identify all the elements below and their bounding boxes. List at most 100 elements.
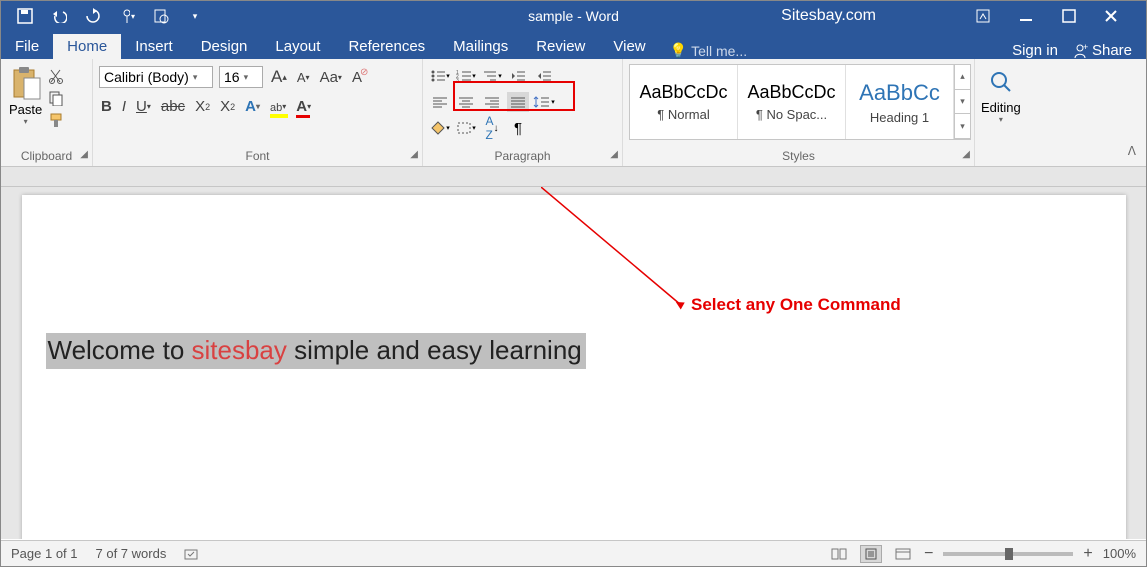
style-normal[interactable]: AaBbCcDc ¶ Normal bbox=[630, 65, 738, 139]
site-watermark: Sitesbay.com bbox=[781, 7, 876, 25]
ruler-area bbox=[1, 167, 1146, 187]
tab-mailings[interactable]: Mailings bbox=[439, 34, 522, 59]
ribbon: Paste ▾ Clipboard ◢ Calibri (Body)▾ 16▾ … bbox=[1, 59, 1146, 167]
styles-expand-icon[interactable]: ▾ bbox=[955, 114, 970, 139]
close-icon[interactable] bbox=[1104, 9, 1118, 23]
highlight-icon[interactable]: ab▾ bbox=[268, 98, 288, 115]
change-case-icon[interactable]: Aa▾ bbox=[318, 69, 344, 86]
paste-button[interactable]: Paste ▾ bbox=[7, 62, 44, 147]
grow-font-icon[interactable]: A▴ bbox=[269, 67, 289, 87]
superscript-button[interactable]: X2 bbox=[218, 98, 237, 115]
tab-insert[interactable]: Insert bbox=[121, 34, 187, 59]
annotation-label: Select any One Command bbox=[691, 295, 901, 315]
align-center-icon[interactable] bbox=[455, 92, 477, 112]
clipboard-group-label: Clipboard bbox=[7, 147, 86, 166]
svg-text:+: + bbox=[1083, 43, 1088, 52]
collapse-ribbon-icon[interactable]: ᐱ bbox=[1128, 144, 1136, 158]
zoom-out-icon[interactable]: − bbox=[924, 545, 933, 563]
zoom-level[interactable]: 100% bbox=[1103, 546, 1136, 561]
multilevel-list-icon[interactable]: ▾ bbox=[481, 66, 503, 86]
group-editing: Editing ▾ bbox=[975, 59, 1041, 166]
format-painter-icon[interactable] bbox=[48, 112, 66, 128]
underline-button[interactable]: U▾ bbox=[134, 98, 153, 115]
editing-label: Editing bbox=[981, 100, 1021, 115]
qat-customize-icon[interactable]: ▾ bbox=[187, 8, 203, 24]
text-segment-red: sitesbay bbox=[192, 335, 287, 365]
paragraph-dialog-launcher-icon[interactable]: ◢ bbox=[610, 149, 618, 160]
style-heading-1[interactable]: AaBbCc Heading 1 bbox=[846, 65, 954, 139]
word-count[interactable]: 7 of 7 words bbox=[96, 546, 167, 561]
proofing-icon[interactable] bbox=[184, 547, 200, 561]
tab-review[interactable]: Review bbox=[522, 34, 599, 59]
subscript-button[interactable]: X2 bbox=[193, 98, 212, 115]
align-left-icon[interactable] bbox=[429, 92, 451, 112]
styles-gallery: AaBbCcDc ¶ Normal AaBbCcDc ¶ No Spac... … bbox=[629, 64, 971, 140]
minimize-icon[interactable] bbox=[1018, 8, 1034, 24]
styles-dialog-launcher-icon[interactable]: ◢ bbox=[962, 149, 970, 160]
line-spacing-icon[interactable]: ▾ bbox=[533, 92, 555, 112]
show-hide-icon[interactable]: ¶ bbox=[507, 118, 529, 138]
quick-access-toolbar: ▾ ▾ bbox=[1, 8, 203, 24]
window-title: sample - Word bbox=[528, 8, 619, 24]
justify-icon[interactable] bbox=[507, 92, 529, 112]
numbering-icon[interactable]: 123▾ bbox=[455, 66, 477, 86]
bullets-icon[interactable]: ▾ bbox=[429, 66, 451, 86]
read-mode-icon[interactable] bbox=[828, 545, 850, 563]
styles-scroll-up-icon[interactable]: ▴ bbox=[955, 65, 970, 90]
tab-references[interactable]: References bbox=[334, 34, 439, 59]
style-no-spacing[interactable]: AaBbCcDc ¶ No Spac... bbox=[738, 65, 846, 139]
tab-design[interactable]: Design bbox=[187, 34, 262, 59]
print-layout-icon[interactable] bbox=[860, 545, 882, 563]
strikethrough-button[interactable]: abc bbox=[159, 98, 187, 115]
cut-icon[interactable] bbox=[48, 68, 66, 84]
tab-file[interactable]: File bbox=[1, 34, 53, 59]
shrink-font-icon[interactable]: A▾ bbox=[295, 70, 312, 85]
group-styles: AaBbCcDc ¶ Normal AaBbCcDc ¶ No Spac... … bbox=[623, 59, 975, 166]
selected-text[interactable]: Welcome to sitesbay simple and easy lear… bbox=[46, 333, 586, 369]
tell-me-search[interactable]: 💡 Tell me... bbox=[670, 42, 747, 59]
font-name-combo[interactable]: Calibri (Body)▾ bbox=[99, 66, 213, 88]
zoom-thumb[interactable] bbox=[1005, 548, 1013, 560]
paste-icon bbox=[11, 66, 41, 100]
font-size-combo[interactable]: 16▾ bbox=[219, 66, 263, 88]
undo-icon[interactable] bbox=[51, 8, 67, 24]
redo-icon[interactable] bbox=[85, 8, 101, 24]
touch-mode-icon[interactable]: ▾ bbox=[119, 8, 135, 24]
font-group-label: Font bbox=[99, 147, 416, 166]
share-button[interactable]: + Share bbox=[1072, 42, 1132, 59]
align-right-icon[interactable] bbox=[481, 92, 503, 112]
increase-indent-icon[interactable] bbox=[533, 66, 555, 86]
style-preview: AaBbCcDc bbox=[747, 82, 835, 103]
web-layout-icon[interactable] bbox=[892, 545, 914, 563]
bold-button[interactable]: B bbox=[99, 98, 114, 115]
copy-icon[interactable] bbox=[48, 90, 66, 106]
maximize-icon[interactable] bbox=[1062, 9, 1076, 23]
document-area: Welcome to sitesbay simple and easy lear… bbox=[1, 187, 1146, 539]
font-dialog-launcher-icon[interactable]: ◢ bbox=[410, 149, 418, 160]
style-name-label: Heading 1 bbox=[870, 110, 929, 125]
svg-text:3: 3 bbox=[456, 78, 459, 83]
tab-view[interactable]: View bbox=[599, 34, 659, 59]
text-effects-icon[interactable]: A▾ bbox=[243, 98, 262, 115]
font-size-value: 16 bbox=[224, 69, 240, 85]
styles-scroll-down-icon[interactable]: ▾ bbox=[955, 90, 970, 115]
tab-layout[interactable]: Layout bbox=[261, 34, 334, 59]
print-preview-icon[interactable] bbox=[153, 8, 169, 24]
shading-icon[interactable]: ▾ bbox=[429, 118, 451, 138]
zoom-slider[interactable] bbox=[943, 552, 1073, 556]
decrease-indent-icon[interactable] bbox=[507, 66, 529, 86]
page-indicator[interactable]: Page 1 of 1 bbox=[11, 546, 78, 561]
font-color-icon[interactable]: A▾ bbox=[294, 98, 313, 115]
italic-button[interactable]: I bbox=[120, 98, 128, 115]
clear-formatting-icon[interactable]: A⊘ bbox=[350, 69, 364, 86]
tab-home[interactable]: Home bbox=[53, 34, 121, 59]
sign-in-link[interactable]: Sign in bbox=[1012, 42, 1058, 59]
save-icon[interactable] bbox=[17, 8, 33, 24]
zoom-in-icon[interactable]: + bbox=[1083, 545, 1092, 563]
sort-icon[interactable]: AZ↓ bbox=[481, 118, 503, 138]
editing-button[interactable]: Editing ▾ bbox=[981, 62, 1021, 147]
clipboard-dialog-launcher-icon[interactable]: ◢ bbox=[80, 149, 88, 160]
ribbon-display-icon[interactable] bbox=[976, 9, 990, 23]
borders-icon[interactable]: ▾ bbox=[455, 118, 477, 138]
share-label: Share bbox=[1092, 42, 1132, 59]
